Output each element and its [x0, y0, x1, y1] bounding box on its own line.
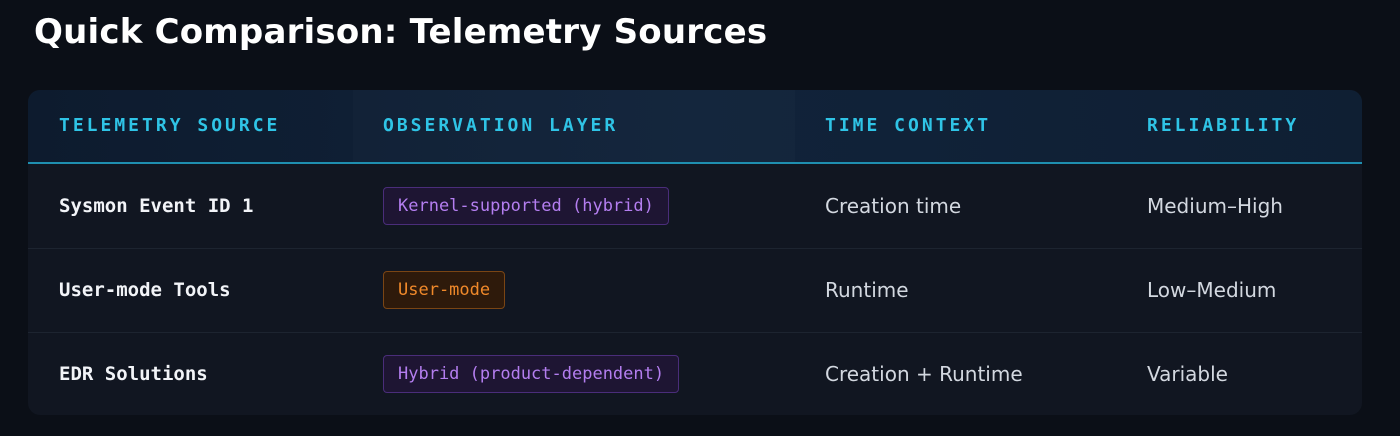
- reliability: Variable: [1147, 362, 1228, 386]
- time-context: Creation time: [825, 194, 962, 218]
- header-observation-layer: OBSERVATION LAYER: [383, 115, 619, 136]
- reliability: Low–Medium: [1147, 278, 1277, 302]
- source-name: User-mode Tools: [59, 279, 231, 301]
- header-telemetry-source: TELEMETRY SOURCE: [59, 115, 281, 136]
- layer-badge: Hybrid (product-dependent): [383, 355, 680, 393]
- header-time-context: TIME CONTEXT: [825, 115, 992, 136]
- comparison-table: TELEMETRY SOURCE OBSERVATION LAYER TIME …: [28, 90, 1362, 415]
- header-reliability: RELIABILITY: [1147, 115, 1300, 136]
- table-row: User-mode Tools User-mode Runtime Low–Me…: [28, 248, 1362, 333]
- table-row: Sysmon Event ID 1 Kernel-supported (hybr…: [28, 164, 1362, 249]
- time-context: Creation + Runtime: [825, 362, 1023, 386]
- table-header: TELEMETRY SOURCE OBSERVATION LAYER TIME …: [28, 90, 1362, 164]
- reliability: Medium–High: [1147, 194, 1283, 218]
- page-title: Quick Comparison: Telemetry Sources: [34, 12, 768, 52]
- layer-badge: Kernel-supported (hybrid): [383, 187, 669, 225]
- source-name: Sysmon Event ID 1: [59, 195, 254, 217]
- table-row: EDR Solutions Hybrid (product-dependent)…: [28, 332, 1362, 415]
- layer-badge: User-mode: [383, 271, 506, 309]
- time-context: Runtime: [825, 278, 909, 302]
- source-name: EDR Solutions: [59, 363, 208, 385]
